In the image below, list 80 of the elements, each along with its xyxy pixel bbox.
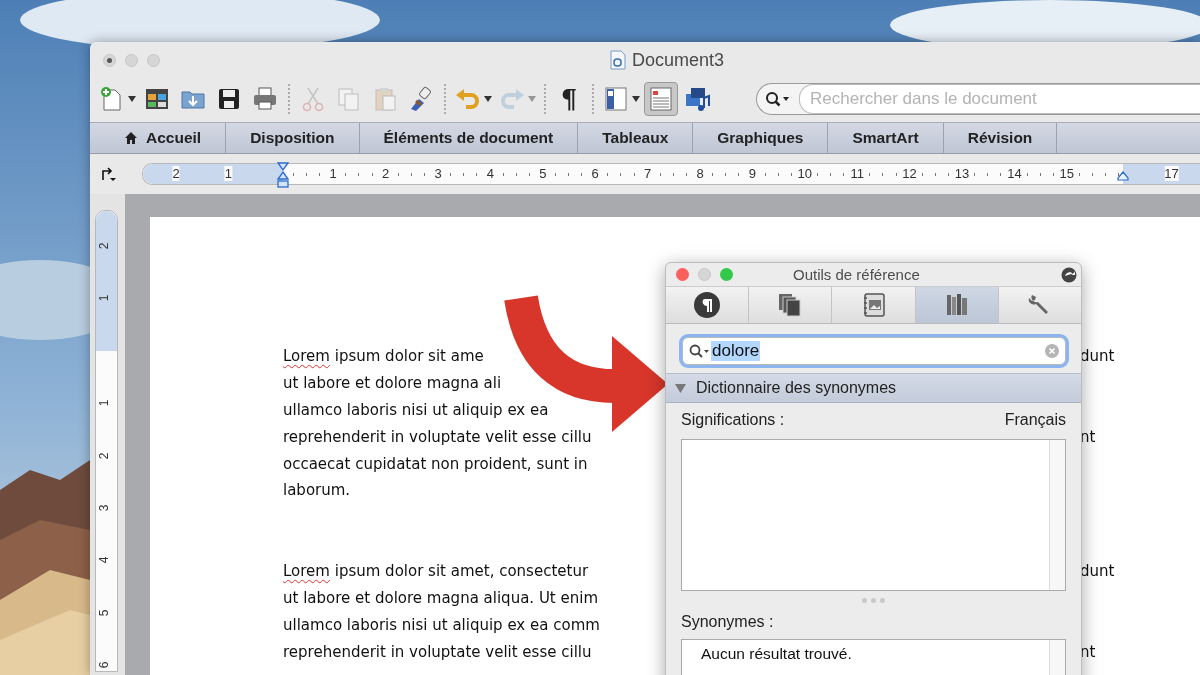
ribbon-tab[interactable]: Éléments de document [359,123,579,153]
text-line: ut labore et dolore magna ali [283,374,502,393]
ribbon-tab[interactable]: Graphiques [693,123,829,153]
printer-icon [251,85,279,113]
ruler-number: 12 [902,166,917,181]
ruler-number: 5 [97,609,112,617]
ribbon-tab[interactable]: Accueil [90,123,227,153]
caret-icon [128,96,136,102]
text-line: ut labore et dolore magna aliqua. Ut enim [283,588,599,607]
text-line: occaecat cupidatat non proident, sunt in [283,454,588,473]
ruler-number: 4 [486,166,494,181]
clear-icon[interactable] [1045,344,1059,358]
page-layout-icon [647,85,675,113]
text-line: reprehenderit in voluptate velit esse cillu [283,427,592,446]
text-line: reprehenderit in voluptate velit esse cillu [283,642,592,661]
ruler-number: 6 [591,166,599,181]
text-line: ullamco laboris nisi ut aliquip ex ea comm [283,615,600,634]
ruler-number: 14 [1007,166,1022,181]
panel-title: Outils de référence [793,266,920,283]
text-line: dunt [1080,562,1115,581]
zoom-button[interactable] [720,268,733,281]
search-icon [689,343,711,359]
ruler-number: 11 [850,166,864,181]
ruler-number: 13 [954,166,970,181]
search-field[interactable]: dolore [682,337,1066,365]
ruler-number: 7 [644,166,652,181]
text-line: ullamco laboris nisi ut aliquip ex ea [283,401,549,419]
ruler-number: 3 [434,166,442,181]
panel-tab[interactable] [749,287,833,323]
sidebar-layout-icon [602,85,630,113]
close-button[interactable] [676,268,689,281]
panel-tab[interactable] [915,287,999,323]
window-title: Document3 [632,49,725,71]
ruler-number: 1 [224,166,232,181]
panel-tab[interactable] [666,287,750,323]
ruler-number: 2 [97,242,112,250]
ruler-number: 10 [797,166,813,181]
caret-icon [484,96,492,102]
ruler-number: 1 [329,166,337,181]
ruler-number: 15 [1059,166,1075,181]
synonyms-list[interactable]: Aucun résultat trouvé. [681,639,1066,675]
text-line: laborum. [283,481,351,500]
film-music-icon [683,85,711,113]
caret-icon [528,96,536,102]
section-header[interactable]: Dictionnaire des synonymes [666,373,1081,403]
ruler-number: 9 [748,166,756,181]
paragraph-icon [693,291,722,319]
ribbon-tab[interactable]: SmartArt [828,123,944,153]
search-icon [765,91,791,107]
text-line: Lorem ipsum dolor sit amet, consectetur [283,562,589,581]
pilcrow-button[interactable]: ¶ [552,82,586,116]
ruler-number: 2 [172,166,180,181]
tab-stop-icon [100,166,116,182]
ruler-number: 17 [1164,166,1179,181]
text-line: dunt [1080,347,1115,366]
field-label: Significations : [681,411,785,429]
document-icon [610,50,626,70]
ruler-number: 1 [97,399,112,407]
ruler-number: 3 [97,504,112,512]
text-line: Lorem ipsum dolor sit ame [283,347,484,366]
list-item: Aucun résultat trouvé. [700,644,853,663]
ruler-number: 2 [382,166,390,181]
ruler-number: 1 [97,295,112,302]
ruler-number: 2 [97,452,112,459]
ribbon-tab[interactable]: Révision [943,123,1058,153]
indent-marker-icon[interactable] [1117,171,1129,181]
caret-icon [632,96,640,102]
ribbon-tab[interactable]: Disposition [226,123,360,153]
ruler-number: 6 [97,661,112,669]
home-icon [124,131,138,145]
ruler-number: 5 [539,166,547,181]
language-label: Français [1004,411,1066,429]
field-label: Synonymes : [681,613,774,631]
ribbon-tab[interactable]: Tableaux [578,123,694,153]
close-button[interactable] [103,53,116,67]
section-title: Dictionnaire des synonymes [696,379,897,397]
search-field[interactable]: Rechercher dans le document [756,83,1200,115]
ruler-number: 4 [97,557,112,564]
ruler-number: 8 [696,166,704,181]
disclosure-triangle-icon [675,382,686,394]
